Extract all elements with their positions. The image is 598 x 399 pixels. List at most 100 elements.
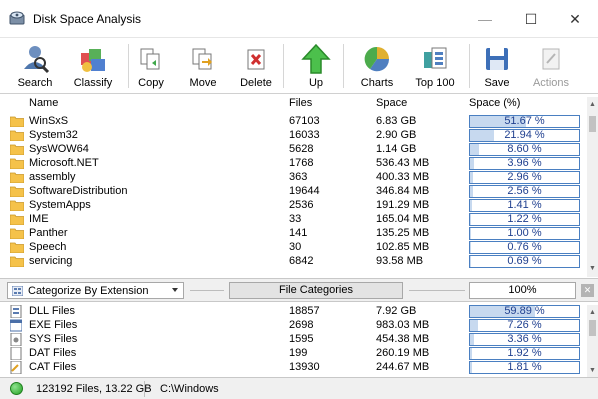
- status-summary: 123192 Files, 13.22 GB: [36, 383, 152, 395]
- search-button[interactable]: Search: [12, 42, 58, 92]
- space-percent-text: 3.36 %: [507, 333, 542, 345]
- table-row[interactable]: SysWOW64 5628 1.14 GB 8.60 %: [5, 143, 585, 157]
- status-separator: [144, 381, 145, 397]
- table-row[interactable]: SYS Files 1595 454.38 MB 3.36 %: [5, 333, 585, 347]
- folder-space: 165.04 MB: [376, 213, 430, 225]
- search-user-icon: [18, 42, 52, 76]
- table-row[interactable]: assembly 363 400.33 MB 2.96 %: [5, 171, 585, 185]
- space-percent-text: 1.22 %: [507, 213, 542, 225]
- space-percent-bar: 1.92 %: [469, 347, 580, 360]
- scroll-up-arrow-icon[interactable]: ▲: [587, 307, 598, 318]
- folder-files: 5628: [289, 143, 314, 155]
- table-row[interactable]: WinSxS 67103 6.83 GB 51.67 %: [5, 115, 585, 129]
- window-title: Disk Space Analysis: [33, 12, 142, 26]
- column-header-files[interactable]: Files: [289, 97, 312, 115]
- space-percent-text: 0.69 %: [507, 255, 542, 267]
- move-label: Move: [189, 77, 217, 89]
- folder-icon: [10, 214, 24, 225]
- table-row[interactable]: Speech 30 102.85 MB 0.76 %: [5, 241, 585, 255]
- charts-label: Charts: [360, 77, 394, 89]
- table-row[interactable]: EXE Files 2698 983.03 MB 7.26 %: [5, 319, 585, 333]
- close-categories-icon[interactable]: ✕: [581, 284, 594, 297]
- top100-button[interactable]: Top 100: [412, 42, 458, 92]
- table-row[interactable]: IME 33 165.04 MB 1.22 %: [5, 213, 585, 227]
- table-row[interactable]: System32 16033 2.90 GB 21.94 %: [5, 129, 585, 143]
- scroll-thumb[interactable]: [589, 116, 596, 132]
- exe-file-icon: [10, 319, 22, 332]
- space-percent-bar: 1.81 %: [469, 361, 580, 374]
- space-percent-bar: 2.56 %: [469, 185, 580, 198]
- folder-space: 135.25 MB: [376, 227, 430, 239]
- delete-label: Delete: [240, 77, 272, 89]
- table-row[interactable]: SoftwareDistribution 19644 346.84 MB 2.56 %: [5, 185, 585, 199]
- folder-icon: [10, 228, 24, 239]
- space-percent-bar: 0.76 %: [469, 241, 580, 254]
- copy-label: Copy: [138, 77, 164, 89]
- table-row[interactable]: DLL Files 18857 7.92 GB 59.89 %: [5, 305, 585, 319]
- category-name: DLL Files: [29, 305, 76, 317]
- charts-button[interactable]: Charts: [355, 42, 399, 92]
- minimize-button[interactable]: —: [462, 0, 508, 38]
- folder-list-scrollbar[interactable]: ▲ ▼: [587, 97, 598, 277]
- folder-name: SystemApps: [29, 199, 91, 211]
- table-row[interactable]: DAT Files 199 260.19 MB 1.92 %: [5, 347, 585, 361]
- maximize-button[interactable]: ☐: [508, 0, 554, 38]
- scroll-up-arrow-icon[interactable]: ▲: [587, 99, 598, 110]
- category-name: SYS Files: [29, 333, 78, 345]
- sys-file-icon: [10, 333, 22, 346]
- table-row[interactable]: CAT Files 13930 244.67 MB 1.81 %: [5, 361, 585, 375]
- space-percent-text: 21.94 %: [504, 129, 545, 141]
- minimize-icon: —: [478, 11, 492, 27]
- folder-files: 2536: [289, 199, 314, 211]
- scroll-down-arrow-icon[interactable]: ▼: [587, 263, 598, 274]
- toolbar-separator: [469, 44, 470, 88]
- folder-name: Speech: [29, 241, 67, 253]
- folder-name: assembly: [29, 171, 76, 183]
- space-percent-bar: 59.89 %: [469, 305, 580, 318]
- category-name: DAT Files: [29, 347, 77, 359]
- top100-label: Top 100: [415, 77, 455, 89]
- space-percent-bar: 8.60 %: [469, 143, 580, 156]
- folder-icon: [10, 256, 24, 267]
- folder-name: SoftwareDistribution: [29, 185, 128, 197]
- space-percent-bar: 1.41 %: [469, 199, 580, 212]
- move-button[interactable]: Move: [183, 42, 223, 92]
- folder-name: Panther: [29, 227, 68, 239]
- actions-button[interactable]: Actions: [528, 42, 574, 92]
- save-icon: [480, 42, 514, 76]
- space-percent-bar: 21.94 %: [469, 129, 580, 142]
- pie-chart-icon: [360, 42, 394, 76]
- folder-name: servicing: [29, 255, 73, 267]
- category-list-scrollbar[interactable]: ▲ ▼: [587, 305, 598, 377]
- folder-files: 33: [289, 213, 302, 225]
- close-button[interactable]: ✕: [552, 0, 598, 38]
- table-row[interactable]: SystemApps 2536 191.29 MB 1.41 %: [5, 199, 585, 213]
- table-row[interactable]: Panther 141 135.25 MB 1.00 %: [5, 227, 585, 241]
- column-header-space[interactable]: Space: [376, 97, 407, 115]
- folder-files: 30: [289, 241, 302, 253]
- folder-name: System32: [29, 129, 78, 141]
- toolbar: Search Classify Copy Move Delete Up Char…: [0, 38, 598, 94]
- space-percent-bar: 1.22 %: [469, 213, 580, 226]
- space-percent-bar: 7.26 %: [469, 319, 580, 332]
- save-button[interactable]: Save: [477, 42, 517, 92]
- table-row[interactable]: servicing 6842 93.58 MB 0.69 %: [5, 255, 585, 269]
- scroll-thumb[interactable]: [589, 320, 596, 336]
- column-header-name[interactable]: Name: [29, 97, 58, 115]
- toolbar-separator: [128, 44, 129, 88]
- top100-icon: [418, 42, 452, 76]
- scroll-down-arrow-icon[interactable]: ▼: [587, 365, 598, 376]
- file-categories-header[interactable]: File Categories: [229, 282, 403, 299]
- folder-space: 191.29 MB: [376, 199, 430, 211]
- categorize-dropdown[interactable]: Categorize By Extension: [7, 282, 184, 299]
- folder-files: 6842: [289, 255, 314, 267]
- classify-button[interactable]: Classify: [70, 42, 116, 92]
- delete-button[interactable]: Delete: [236, 42, 276, 92]
- up-button[interactable]: Up: [296, 42, 336, 92]
- space-percent-bar: 2.96 %: [469, 171, 580, 184]
- space-percent-text: 3.96 %: [507, 157, 542, 169]
- table-row[interactable]: Microsoft.NET 1768 536.43 MB 3.96 %: [5, 157, 585, 171]
- column-header-space-pct[interactable]: Space (%): [469, 97, 520, 115]
- categorize-icon: [12, 286, 23, 296]
- copy-button[interactable]: Copy: [131, 42, 171, 92]
